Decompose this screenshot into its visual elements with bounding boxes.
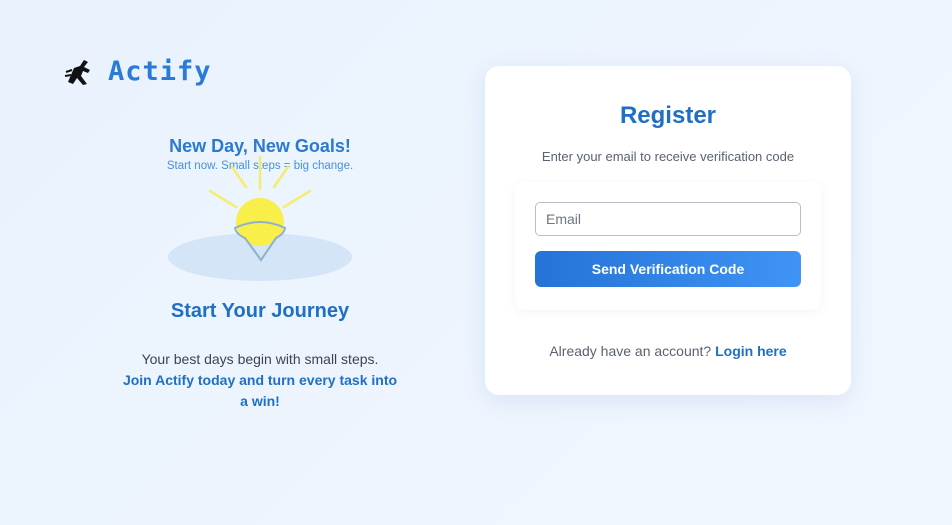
- journey-description: Your best days begin with small steps.: [141, 351, 379, 367]
- send-verification-button[interactable]: Send Verification Code: [535, 251, 801, 287]
- journey-title: Start Your Journey: [170, 300, 350, 322]
- journey-highlight: Join Actify today and turn every task in…: [122, 372, 398, 409]
- register-subtitle: Enter your email to receive verification…: [541, 149, 795, 164]
- register-card: Register Enter your email to receive ver…: [485, 66, 851, 395]
- email-field[interactable]: [535, 202, 801, 236]
- brand-name: Actify: [108, 56, 212, 87]
- runner-logo-icon: [64, 59, 90, 85]
- hero-section: New Day, New Goals! Start now. Small ste…: [120, 136, 400, 281]
- login-link[interactable]: Login here: [715, 343, 787, 359]
- register-form: Send Verification Code: [515, 182, 821, 310]
- login-prompt-line: Already have an account? Login here: [485, 343, 851, 359]
- brand[interactable]: Actify: [64, 56, 212, 87]
- register-title: Register: [619, 102, 717, 129]
- journey-text: Your best days begin with small steps. J…: [120, 349, 400, 412]
- sunrise-icon: [168, 155, 352, 281]
- login-prompt: Already have an account?: [549, 343, 712, 359]
- register-page: Actify New Day, New Goals! Start now. Sm…: [0, 0, 952, 525]
